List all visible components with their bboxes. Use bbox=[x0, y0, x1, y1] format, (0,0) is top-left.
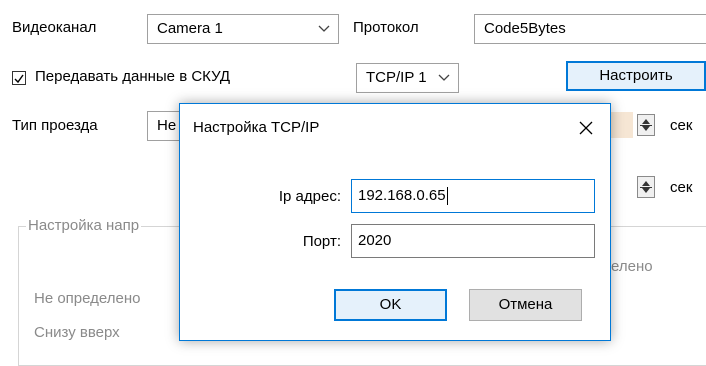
timeout-spin-button[interactable] bbox=[637, 176, 655, 198]
seconds-label-1: сек bbox=[670, 117, 693, 134]
direction-undefined-label: Не определено bbox=[34, 290, 141, 307]
ip-address-label: Ip адрес: bbox=[278, 188, 341, 205]
dialog-titlebar[interactable]: Настройка TCP/IP bbox=[180, 104, 610, 152]
video-channel-select[interactable]: Camera 1 bbox=[147, 14, 339, 44]
ip-address-value: 192.168.0.65 bbox=[358, 187, 446, 204]
pass-type-label: Тип проезда bbox=[12, 117, 98, 134]
chevron-down-icon bbox=[318, 15, 330, 43]
tcp-channel-select[interactable]: TCP/IP 1 bbox=[356, 63, 459, 93]
tcp-ip-dialog: Настройка TCP/IP Ip адрес: 192.168.0.65 … bbox=[179, 103, 611, 341]
port-value: 2020 bbox=[358, 232, 392, 249]
arrow-up-icon bbox=[642, 119, 650, 124]
ok-button[interactable]: OK bbox=[334, 289, 447, 321]
port-input[interactable]: 2020 bbox=[351, 224, 595, 258]
configure-button[interactable]: Настроить bbox=[566, 61, 706, 91]
arrow-up-icon bbox=[642, 181, 650, 186]
protocol-value: Code5Bytes bbox=[484, 20, 566, 37]
checkmark-icon bbox=[14, 74, 24, 84]
ip-address-input[interactable]: 192.168.0.65 bbox=[351, 179, 595, 213]
protocol-label: Протокол bbox=[353, 19, 419, 36]
arrow-down-icon bbox=[642, 126, 650, 131]
video-channel-value: Camera 1 bbox=[157, 20, 223, 37]
seconds-label-2: сек bbox=[670, 179, 693, 196]
chevron-down-icon bbox=[438, 64, 450, 92]
cancel-button[interactable]: Отмена bbox=[469, 289, 582, 321]
arrow-down-icon bbox=[642, 188, 650, 193]
port-label: Порт: bbox=[302, 233, 341, 250]
direction-group-label: Настройка напр bbox=[26, 217, 142, 234]
send-to-acs-checkbox[interactable] bbox=[12, 71, 26, 85]
send-to-acs-label: Передавать данные в СКУД bbox=[35, 68, 231, 85]
ok-button-label: OK bbox=[379, 296, 402, 313]
pass-type-value: Не bbox=[157, 117, 177, 134]
close-icon[interactable] bbox=[578, 120, 594, 136]
cancel-button-label: Отмена bbox=[498, 296, 553, 313]
dialog-title: Настройка TCP/IP bbox=[193, 119, 320, 136]
tcp-channel-value: TCP/IP 1 bbox=[366, 69, 427, 86]
protocol-select[interactable]: Code5Bytes bbox=[474, 14, 706, 44]
delay-spin-button[interactable] bbox=[637, 114, 655, 136]
configure-button-label: Настроить bbox=[599, 67, 673, 84]
bottom-up-label: Снизу вверх bbox=[34, 324, 120, 341]
direction-undefined-right-label: елено bbox=[611, 258, 653, 275]
delay-field-tint bbox=[611, 112, 633, 138]
video-channel-label: Видеоканал bbox=[12, 19, 97, 36]
text-caret bbox=[446, 187, 448, 206]
